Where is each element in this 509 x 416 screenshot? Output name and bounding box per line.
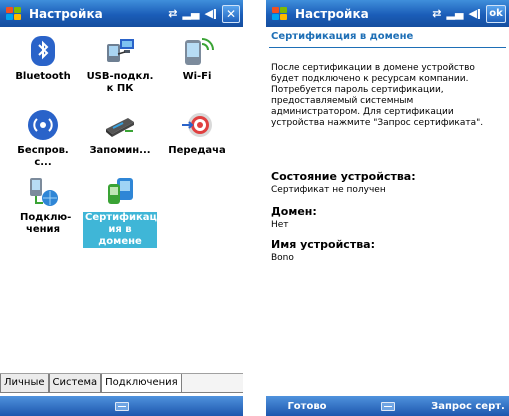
signal-icon[interactable]: ▂▄	[447, 7, 464, 20]
divider	[269, 47, 506, 48]
device-name-value: Bono	[271, 253, 294, 263]
done-softkey[interactable]: Готово	[266, 401, 348, 412]
ok-button[interactable]: ok	[486, 4, 506, 23]
tab-system[interactable]: Система	[48, 374, 102, 393]
start-menu-icon[interactable]	[5, 6, 23, 22]
item-label: Передача	[168, 145, 226, 156]
wifi-icon	[180, 34, 214, 68]
sync-icon[interactable]: ⇄	[432, 7, 441, 20]
storage-icon	[103, 108, 137, 142]
usb-pc-item[interactable]: USB-подкл. к ПК	[82, 34, 158, 95]
item-label: Wi-Fi	[182, 71, 212, 82]
bluetooth-icon	[26, 34, 60, 68]
speaker-icon[interactable]: ◀ǀ	[204, 7, 217, 20]
item-label: Bluetooth	[15, 71, 71, 82]
bluetooth-item[interactable]: Bluetooth	[5, 34, 81, 83]
title-bar: Настройка ⇄ ▂▄ ◀ǀ ok	[266, 0, 509, 27]
connections-item[interactable]: Подклю- чения	[5, 175, 81, 236]
item-label: Подклю- чения	[20, 212, 72, 235]
domain-cert-item[interactable]: Сертификац ия в домене	[82, 175, 158, 248]
item-label: Сертификац ия в домене	[83, 212, 157, 248]
wifi-item[interactable]: Wi-Fi	[159, 34, 235, 83]
signal-icon[interactable]: ▂▄	[183, 7, 200, 20]
connections-icon	[26, 175, 60, 209]
keyboard-icon[interactable]	[114, 401, 129, 411]
description-text: После сертификации в домене устройство б…	[271, 63, 484, 128]
page-title: Настройка	[29, 6, 103, 21]
tab-personal[interactable]: Личные	[0, 374, 49, 393]
item-label: Беспров. с...	[17, 145, 69, 168]
item-label: USB-подкл. к ПК	[86, 71, 154, 94]
title-bar: Настройка ⇄ ▂▄ ◀ǀ ✕	[0, 0, 243, 27]
item-label: Запомин...	[89, 145, 151, 156]
settings-connections-screen: Настройка ⇄ ▂▄ ◀ǀ ✕ Bluetooth USB-подкл.…	[0, 0, 243, 416]
section-header: Сертификация в домене	[271, 31, 414, 42]
beam-item[interactable]: Передача	[159, 108, 235, 157]
soft-key-bar	[0, 396, 243, 416]
device-state-value: Сертификат не получен	[271, 185, 386, 195]
page-title: Настройка	[295, 6, 369, 21]
storage-item[interactable]: Запомин...	[82, 108, 158, 157]
keyboard-icon[interactable]	[380, 401, 395, 411]
start-menu-icon[interactable]	[271, 6, 289, 22]
tab-connections[interactable]: Подключения	[101, 374, 182, 393]
usb-pc-icon	[103, 34, 137, 68]
settings-tabs: Личные Система Подключения	[0, 373, 243, 393]
request-cert-softkey[interactable]: Запрос серт.	[427, 401, 509, 412]
wireless-item[interactable]: Беспров. с...	[5, 108, 81, 169]
soft-key-bar: Готово Запрос серт.	[266, 396, 509, 416]
domain-value: Нет	[271, 220, 289, 230]
domain-cert-icon	[103, 175, 137, 209]
speaker-icon[interactable]: ◀ǀ	[468, 7, 481, 20]
device-state-label: Состояние устройства:	[271, 170, 416, 183]
sync-icon[interactable]: ⇄	[168, 7, 177, 20]
close-button[interactable]: ✕	[222, 4, 240, 23]
domain-enroll-screen: Настройка ⇄ ▂▄ ◀ǀ ok Сертификация в доме…	[266, 0, 509, 416]
beam-icon	[180, 108, 214, 142]
device-name-label: Имя устройства:	[271, 238, 375, 251]
domain-label: Домен:	[271, 205, 317, 218]
wireless-icon	[26, 108, 60, 142]
